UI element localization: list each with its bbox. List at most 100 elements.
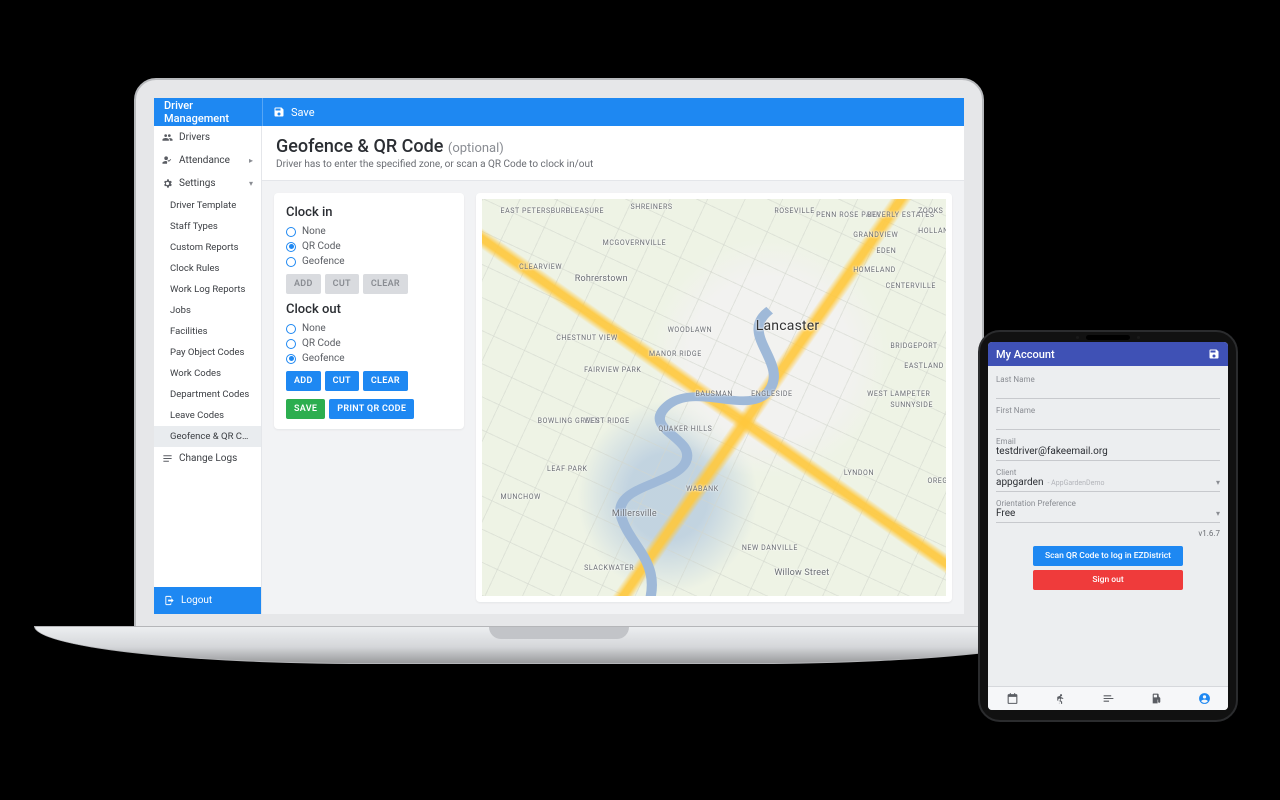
map-label-slackwater: SLACKWATER bbox=[584, 564, 634, 572]
sidebar-sub-driver-template[interactable]: Driver Template bbox=[154, 195, 261, 216]
sidebar-sub-jobs[interactable]: Jobs bbox=[154, 300, 261, 321]
account-icon bbox=[1198, 692, 1211, 705]
tab-routes[interactable] bbox=[988, 687, 1036, 710]
clock-out-option-none[interactable]: None bbox=[286, 321, 452, 336]
sidebar-item-attendance[interactable]: Attendance ▸ bbox=[154, 149, 261, 172]
sidebar-sub-work-log-reports[interactable]: Work Log Reports bbox=[154, 279, 261, 300]
map-label-rohrerstown: Rohrerstown bbox=[575, 274, 628, 284]
attendance-icon bbox=[162, 155, 173, 166]
scan-qr-button[interactable]: Scan QR Code to log in EZDistrict bbox=[1033, 546, 1183, 566]
save-button-panel[interactable]: SAVE bbox=[286, 399, 325, 419]
map-label-chestnut-view: CHESTNUT VIEW bbox=[556, 334, 618, 342]
map-label-holland-heights: HOLLAND HEIGHTS bbox=[918, 227, 946, 235]
sidebar-sub-custom-reports[interactable]: Custom Reports bbox=[154, 237, 261, 258]
tab-list[interactable] bbox=[1084, 687, 1132, 710]
logout-icon bbox=[164, 595, 175, 606]
clock-out-option-geofence[interactable]: Geofence bbox=[286, 351, 452, 366]
clockout-cut-button[interactable]: CUT bbox=[325, 371, 359, 391]
save-button[interactable]: Save bbox=[262, 98, 964, 126]
map-label-west-lampeter: WEST LAMPETER bbox=[867, 390, 930, 398]
calendar-icon bbox=[1006, 692, 1019, 705]
my-account-header: My Account bbox=[988, 342, 1228, 366]
last-name-field[interactable]: Last Name bbox=[996, 370, 1220, 399]
clock-controls-panel: Clock in NoneQR CodeGeofence ADD CUT CLE… bbox=[274, 193, 464, 429]
radio-icon bbox=[286, 242, 296, 252]
sidebar-sub-leave-codes[interactable]: Leave Codes bbox=[154, 405, 261, 426]
sidebar: Drivers Attendance ▸ Settings ▾ Driver T… bbox=[154, 126, 262, 614]
map-label-willow-street: Willow Street bbox=[774, 568, 829, 578]
chevron-down-icon: ▾ bbox=[1216, 478, 1220, 487]
map-canvas[interactable]: Lancaster Millersville Rohrerstown Willo… bbox=[482, 199, 946, 596]
clock-in-option-qr-code[interactable]: QR Code bbox=[286, 239, 452, 254]
map-label-bridgeport: BRIDGEPORT bbox=[890, 342, 937, 350]
tab-account[interactable] bbox=[1180, 687, 1228, 710]
desktop-app: Driver Management Save Drivers Attendanc… bbox=[154, 98, 964, 614]
map-label-mcgovernville: MCGOVERNVILLE bbox=[603, 239, 667, 247]
sidebar-sub-staff-types[interactable]: Staff Types bbox=[154, 216, 261, 237]
map-label-engleside: ENGLESIDE bbox=[751, 390, 793, 398]
map-label-clearview: CLEARVIEW bbox=[519, 263, 562, 271]
radio-icon bbox=[286, 324, 296, 334]
map-label-west-ridge: WEST RIDGE bbox=[584, 417, 630, 425]
save-label: Save bbox=[291, 106, 315, 119]
map-label-wabank: WABANK bbox=[686, 485, 719, 493]
clock-out-option-qr-code[interactable]: QR Code bbox=[286, 336, 452, 351]
clock-in-heading: Clock in bbox=[286, 205, 452, 220]
map-label-quaker-hills: QUAKER HILLS bbox=[658, 425, 712, 433]
sidebar-sub-facilities[interactable]: Facilities bbox=[154, 321, 261, 342]
page-title: Geofence & QR Code (optional) bbox=[276, 136, 504, 157]
fuel-icon bbox=[1150, 692, 1163, 705]
clockout-clear-button[interactable]: CLEAR bbox=[363, 371, 408, 391]
sign-out-button[interactable]: Sign out bbox=[1033, 570, 1183, 590]
tablet-camera-icon bbox=[1086, 335, 1130, 340]
clockin-add-button: ADD bbox=[286, 274, 321, 294]
map-label-centerville: CENTERVILLE bbox=[886, 282, 936, 290]
client-field[interactable]: Client appgarden- AppGardenDemo ▾ bbox=[996, 463, 1220, 492]
tab-fuel[interactable] bbox=[1132, 687, 1180, 710]
orientation-field[interactable]: Orientation Preference Free ▾ bbox=[996, 494, 1220, 523]
map-label-oregon: OREGON bbox=[927, 477, 946, 485]
radio-icon bbox=[286, 227, 296, 237]
app-title: Driver Management bbox=[154, 98, 262, 126]
tablet-app: My Account Last Name First Name Email te… bbox=[988, 342, 1228, 710]
tablet-device: My Account Last Name First Name Email te… bbox=[978, 330, 1238, 722]
walk-icon bbox=[1054, 692, 1067, 705]
map-label-shreiners: SHREINERS bbox=[630, 203, 672, 211]
map-label-leaf-park: LEAF PARK bbox=[547, 465, 588, 473]
laptop-device: Driver Management Save Drivers Attendanc… bbox=[34, 78, 1084, 680]
map-label-sunnyside: SUNNYSIDE bbox=[890, 401, 933, 409]
map-label-woodlawn: WOODLAWN bbox=[668, 326, 713, 334]
sidebar-sub-work-codes[interactable]: Work Codes bbox=[154, 363, 261, 384]
tab-walk[interactable] bbox=[1036, 687, 1084, 710]
sidebar-item-change-logs[interactable]: Change Logs bbox=[154, 447, 261, 470]
radio-icon bbox=[286, 257, 296, 267]
sidebar-item-drivers[interactable]: Drivers bbox=[154, 126, 261, 149]
sidebar-sub-clock-rules[interactable]: Clock Rules bbox=[154, 258, 261, 279]
save-icon[interactable] bbox=[1208, 348, 1220, 360]
email-field[interactable]: Email testdriver@fakeemail.org bbox=[996, 432, 1220, 461]
chevron-down-icon: ▾ bbox=[249, 179, 253, 188]
map-label-munchow: MUNCHOW bbox=[501, 493, 541, 501]
map-label-millersville: Millersville bbox=[612, 509, 657, 519]
sidebar-item-settings[interactable]: Settings ▾ bbox=[154, 172, 261, 195]
chevron-down-icon: ▾ bbox=[1216, 509, 1220, 518]
map-panel: Lancaster Millersville Rohrerstown Willo… bbox=[476, 193, 952, 602]
bottom-tab-bar bbox=[988, 686, 1228, 710]
sidebar-sub-department-codes[interactable]: Department Codes bbox=[154, 384, 261, 405]
map-label-east-petersburg: EAST PETERSBURG bbox=[501, 207, 572, 215]
gear-icon bbox=[162, 178, 173, 189]
first-name-field[interactable]: First Name bbox=[996, 401, 1220, 430]
sidebar-sub-pay-object-codes[interactable]: Pay Object Codes bbox=[154, 342, 261, 363]
clockout-add-button[interactable]: ADD bbox=[286, 371, 321, 391]
map-label-bausman: BAUSMAN bbox=[695, 390, 733, 398]
radio-icon bbox=[286, 354, 296, 364]
clock-in-option-none[interactable]: None bbox=[286, 224, 452, 239]
sidebar-sub-geofence-qr-code[interactable]: Geofence & QR Code bbox=[154, 426, 261, 447]
map-label-pleasure: PLEASURE bbox=[566, 207, 605, 215]
clock-in-option-geofence[interactable]: Geofence bbox=[286, 254, 452, 269]
logout-button[interactable]: Logout bbox=[154, 587, 261, 614]
print-qr-code-button[interactable]: PRINT QR CODE bbox=[329, 399, 414, 419]
map-label-eden: EDEN bbox=[876, 247, 896, 255]
list-icon bbox=[1102, 692, 1115, 705]
page-subtitle: Driver has to enter the specified zone, … bbox=[276, 159, 950, 170]
